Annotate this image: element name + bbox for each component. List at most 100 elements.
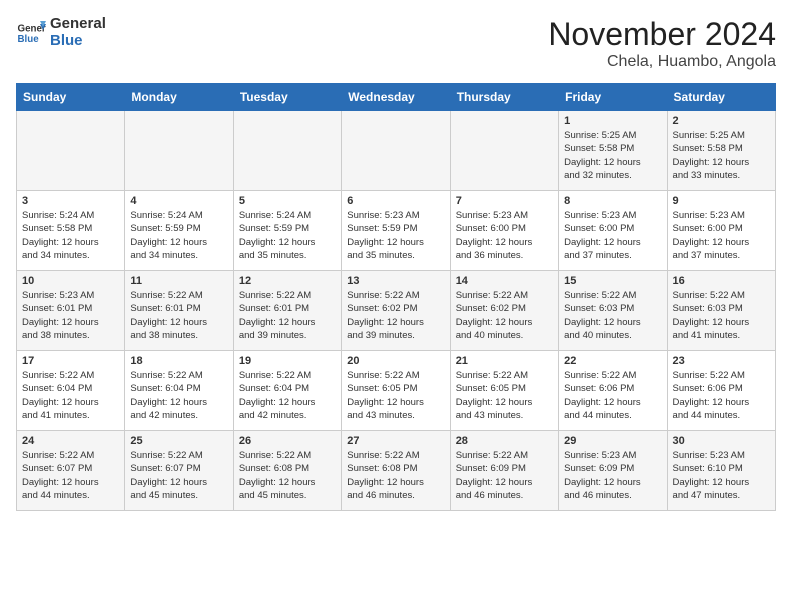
day-number: 7 bbox=[456, 195, 553, 207]
day-info: Sunrise: 5:22 AM Sunset: 6:08 PM Dayligh… bbox=[239, 449, 336, 502]
calendar-day-cell: 15 Sunrise: 5:22 AM Sunset: 6:03 PM Dayli… bbox=[559, 271, 667, 351]
logo-general-text: General bbox=[50, 16, 106, 33]
day-info: Sunrise: 5:24 AM Sunset: 5:59 PM Dayligh… bbox=[239, 209, 336, 262]
calendar-day-cell: 21 Sunrise: 5:22 AM Sunset: 6:05 PM Dayli… bbox=[450, 351, 558, 431]
calendar-header-wednesday: Wednesday bbox=[342, 84, 450, 111]
calendar-header-thursday: Thursday bbox=[450, 84, 558, 111]
day-info: Sunrise: 5:23 AM Sunset: 6:01 PM Dayligh… bbox=[22, 289, 119, 342]
calendar-day-cell: 20 Sunrise: 5:22 AM Sunset: 6:05 PM Dayli… bbox=[342, 351, 450, 431]
calendar-day-cell: 29 Sunrise: 5:23 AM Sunset: 6:09 PM Dayli… bbox=[559, 431, 667, 511]
calendar-day-cell: 6 Sunrise: 5:23 AM Sunset: 5:59 PM Daylig… bbox=[342, 191, 450, 271]
logo-text: General Blue bbox=[50, 16, 106, 49]
calendar-day-cell: 16Sunrise: 5:22 AM Sunset: 6:03 PM Dayli… bbox=[667, 271, 775, 351]
day-number: 1 bbox=[564, 115, 661, 127]
calendar-day-cell: 3 Sunrise: 5:24 AM Sunset: 5:58 PM Daylig… bbox=[17, 191, 125, 271]
calendar-day-cell bbox=[342, 111, 450, 191]
day-number: 23 bbox=[673, 355, 770, 367]
day-info: Sunrise: 5:22 AM Sunset: 6:08 PM Dayligh… bbox=[347, 449, 444, 502]
day-info: Sunrise: 5:22 AM Sunset: 6:05 PM Dayligh… bbox=[456, 369, 553, 422]
calendar-day-cell: 19Sunrise: 5:22 AM Sunset: 6:04 PM Dayli… bbox=[233, 351, 341, 431]
calendar-day-cell bbox=[125, 111, 233, 191]
calendar-header-tuesday: Tuesday bbox=[233, 84, 341, 111]
day-number: 15 bbox=[564, 275, 661, 287]
day-number: 11 bbox=[130, 275, 227, 287]
day-number: 29 bbox=[564, 435, 661, 447]
calendar-day-cell: 17 Sunrise: 5:22 AM Sunset: 6:04 PM Dayli… bbox=[17, 351, 125, 431]
day-info: Sunrise: 5:23 AM Sunset: 6:00 PM Dayligh… bbox=[564, 209, 661, 262]
day-info: Sunrise: 5:22 AM Sunset: 6:05 PM Dayligh… bbox=[347, 369, 444, 422]
calendar-day-cell: 9 Sunrise: 5:23 AM Sunset: 6:00 PM Daylig… bbox=[667, 191, 775, 271]
day-info: Sunrise: 5:22 AM Sunset: 6:04 PM Dayligh… bbox=[22, 369, 119, 422]
day-number: 4 bbox=[130, 195, 227, 207]
day-number: 27 bbox=[347, 435, 444, 447]
day-info: Sunrise: 5:22 AM Sunset: 6:02 PM Dayligh… bbox=[456, 289, 553, 342]
calendar-header-sunday: Sunday bbox=[17, 84, 125, 111]
day-number: 10 bbox=[22, 275, 119, 287]
calendar-week-row: 17 Sunrise: 5:22 AM Sunset: 6:04 PM Dayli… bbox=[17, 351, 776, 431]
day-number: 9 bbox=[673, 195, 770, 207]
day-info: Sunrise: 5:23 AM Sunset: 6:10 PM Dayligh… bbox=[673, 449, 770, 502]
day-number: 22 bbox=[564, 355, 661, 367]
day-info: Sunrise: 5:23 AM Sunset: 5:59 PM Dayligh… bbox=[347, 209, 444, 262]
day-number: 24 bbox=[22, 435, 119, 447]
day-number: 8 bbox=[564, 195, 661, 207]
day-info: Sunrise: 5:24 AM Sunset: 5:59 PM Dayligh… bbox=[130, 209, 227, 262]
calendar-day-cell: 5 Sunrise: 5:24 AM Sunset: 5:59 PM Daylig… bbox=[233, 191, 341, 271]
day-info: Sunrise: 5:22 AM Sunset: 6:02 PM Dayligh… bbox=[347, 289, 444, 342]
calendar-day-cell bbox=[233, 111, 341, 191]
day-info: Sunrise: 5:23 AM Sunset: 6:09 PM Dayligh… bbox=[564, 449, 661, 502]
day-number: 17 bbox=[22, 355, 119, 367]
day-number: 2 bbox=[673, 115, 770, 127]
calendar-table: SundayMondayTuesdayWednesdayThursdayFrid… bbox=[16, 83, 776, 511]
calendar-day-cell: 8 Sunrise: 5:23 AM Sunset: 6:00 PM Daylig… bbox=[559, 191, 667, 271]
calendar-day-cell: 14 Sunrise: 5:22 AM Sunset: 6:02 PM Dayli… bbox=[450, 271, 558, 351]
day-info: Sunrise: 5:22 AM Sunset: 6:01 PM Dayligh… bbox=[130, 289, 227, 342]
calendar-day-cell: 30 Sunrise: 5:23 AM Sunset: 6:10 PM Dayli… bbox=[667, 431, 775, 511]
day-info: Sunrise: 5:25 AM Sunset: 5:58 PM Dayligh… bbox=[673, 129, 770, 182]
svg-text:Blue: Blue bbox=[18, 34, 40, 45]
calendar-week-row: 3 Sunrise: 5:24 AM Sunset: 5:58 PM Daylig… bbox=[17, 191, 776, 271]
day-number: 5 bbox=[239, 195, 336, 207]
day-number: 30 bbox=[673, 435, 770, 447]
day-number: 26 bbox=[239, 435, 336, 447]
day-info: Sunrise: 5:25 AM Sunset: 5:58 PM Dayligh… bbox=[564, 129, 661, 182]
calendar-day-cell: 18 Sunrise: 5:22 AM Sunset: 6:04 PM Dayli… bbox=[125, 351, 233, 431]
calendar-header-monday: Monday bbox=[125, 84, 233, 111]
calendar-day-cell: 28Sunrise: 5:22 AM Sunset: 6:09 PM Dayli… bbox=[450, 431, 558, 511]
day-info: Sunrise: 5:22 AM Sunset: 6:04 PM Dayligh… bbox=[239, 369, 336, 422]
page-header: General Blue General Blue November 2024 … bbox=[16, 16, 776, 71]
calendar-header-row: SundayMondayTuesdayWednesdayThursdayFrid… bbox=[17, 84, 776, 111]
day-number: 12 bbox=[239, 275, 336, 287]
title-block: November 2024 Chela, Huambo, Angola bbox=[548, 16, 776, 71]
day-number: 16 bbox=[673, 275, 770, 287]
calendar-header-friday: Friday bbox=[559, 84, 667, 111]
calendar-day-cell: 13 Sunrise: 5:22 AM Sunset: 6:02 PM Dayli… bbox=[342, 271, 450, 351]
day-info: Sunrise: 5:24 AM Sunset: 5:58 PM Dayligh… bbox=[22, 209, 119, 262]
location-subtitle: Chela, Huambo, Angola bbox=[548, 53, 776, 71]
calendar-day-cell: 27 Sunrise: 5:22 AM Sunset: 6:08 PM Dayli… bbox=[342, 431, 450, 511]
day-info: Sunrise: 5:22 AM Sunset: 6:04 PM Dayligh… bbox=[130, 369, 227, 422]
day-number: 20 bbox=[347, 355, 444, 367]
day-info: Sunrise: 5:22 AM Sunset: 6:03 PM Dayligh… bbox=[564, 289, 661, 342]
calendar-week-row: 1 Sunrise: 5:25 AM Sunset: 5:58 PM Daylig… bbox=[17, 111, 776, 191]
calendar-day-cell: 11 Sunrise: 5:22 AM Sunset: 6:01 PM Dayli… bbox=[125, 271, 233, 351]
calendar-week-row: 10 Sunrise: 5:23 AM Sunset: 6:01 PM Dayli… bbox=[17, 271, 776, 351]
day-number: 6 bbox=[347, 195, 444, 207]
day-number: 18 bbox=[130, 355, 227, 367]
logo: General Blue General Blue bbox=[16, 16, 106, 49]
day-info: Sunrise: 5:22 AM Sunset: 6:09 PM Dayligh… bbox=[456, 449, 553, 502]
month-title: November 2024 bbox=[548, 16, 776, 53]
day-number: 14 bbox=[456, 275, 553, 287]
day-number: 3 bbox=[22, 195, 119, 207]
day-info: Sunrise: 5:22 AM Sunset: 6:07 PM Dayligh… bbox=[130, 449, 227, 502]
calendar-day-cell: 22Sunrise: 5:22 AM Sunset: 6:06 PM Dayli… bbox=[559, 351, 667, 431]
calendar-day-cell: 26 Sunrise: 5:22 AM Sunset: 6:08 PM Dayli… bbox=[233, 431, 341, 511]
day-number: 25 bbox=[130, 435, 227, 447]
logo-icon: General Blue bbox=[16, 18, 46, 48]
calendar-day-cell: 23Sunrise: 5:22 AM Sunset: 6:06 PM Dayli… bbox=[667, 351, 775, 431]
calendar-day-cell: 7Sunrise: 5:23 AM Sunset: 6:00 PM Daylig… bbox=[450, 191, 558, 271]
calendar-day-cell bbox=[17, 111, 125, 191]
day-info: Sunrise: 5:23 AM Sunset: 6:00 PM Dayligh… bbox=[673, 209, 770, 262]
day-number: 13 bbox=[347, 275, 444, 287]
day-number: 21 bbox=[456, 355, 553, 367]
